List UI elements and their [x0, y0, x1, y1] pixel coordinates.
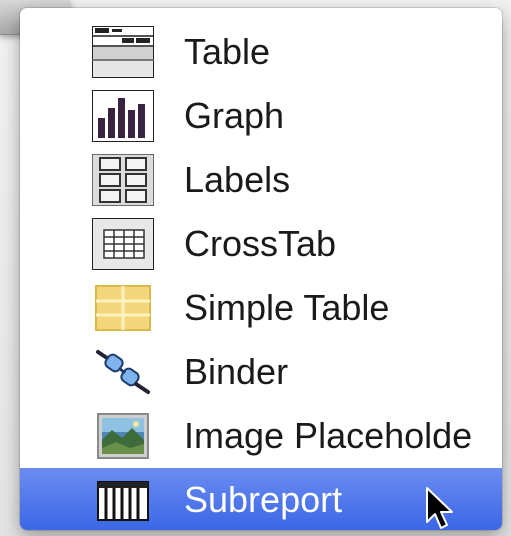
- binder-icon: [96, 350, 150, 394]
- menu-item-label: Graph: [184, 95, 285, 136]
- menu-item-label: Image Placeholde: [184, 415, 473, 456]
- menu-item-image-placeholder[interactable]: Image Placeholde: [20, 404, 502, 468]
- table-icon: [92, 26, 154, 78]
- mouse-pointer-icon: [426, 487, 453, 529]
- menu-item-label: Binder: [184, 351, 289, 392]
- crosstab-icon: [92, 218, 154, 270]
- menu-item-label: Table: [184, 31, 271, 72]
- simple-table-icon: [95, 285, 151, 331]
- menu-item-labels[interactable]: Labels: [20, 148, 502, 212]
- menu-item-label: Subreport: [184, 479, 343, 520]
- menu-item-binder[interactable]: Binder: [20, 340, 502, 404]
- menu-item-crosstab[interactable]: CrossTab: [20, 212, 502, 276]
- menu-item-simple-table[interactable]: Simple Table: [20, 276, 502, 340]
- menu-item-label: Simple Table: [184, 287, 390, 328]
- screen: Table Graph Labels CrossTab Simple Table…: [0, 0, 511, 536]
- subreport-icon: [97, 481, 149, 521]
- menu-item-label: Labels: [184, 159, 291, 200]
- labels-icon: [92, 154, 154, 206]
- menu-item-graph[interactable]: Graph: [20, 84, 502, 148]
- graph-icon: [92, 90, 154, 142]
- menu-item-table[interactable]: Table: [20, 20, 502, 84]
- image-placeholder-icon: [97, 413, 149, 459]
- menu-item-label: CrossTab: [184, 223, 337, 264]
- insert-object-menu: Table Graph Labels CrossTab Simple Table…: [20, 8, 502, 530]
